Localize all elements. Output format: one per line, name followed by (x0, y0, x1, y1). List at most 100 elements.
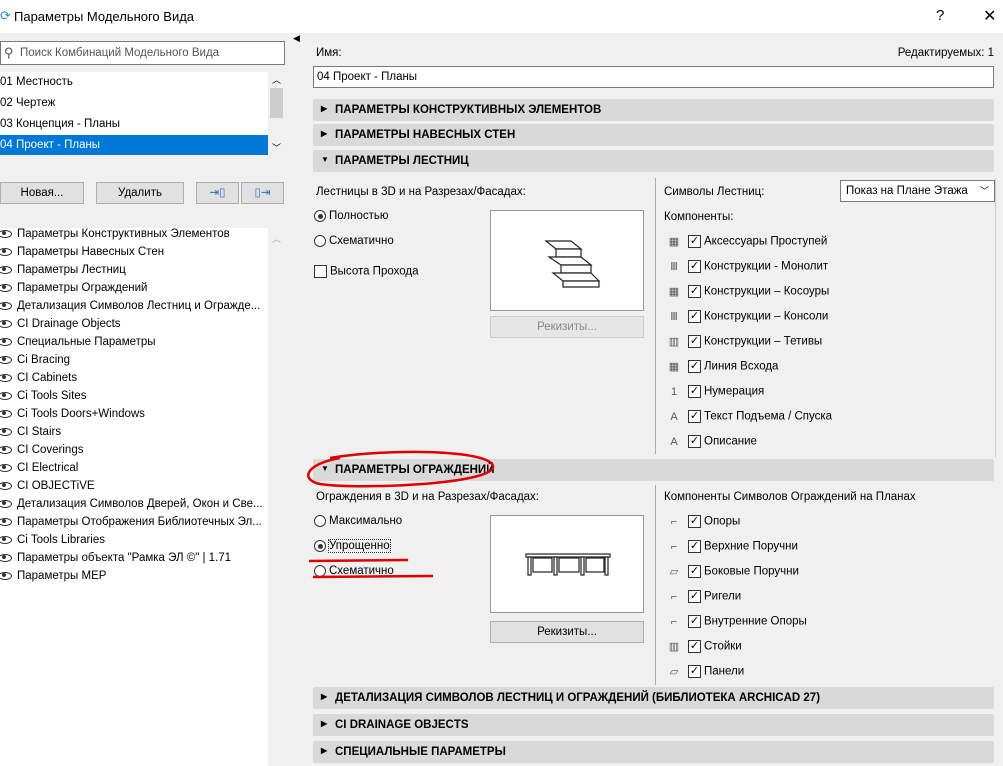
checkbox-checked[interactable]: ✓ (688, 310, 701, 323)
eye-icon[interactable] (0, 247, 12, 256)
export-icon[interactable]: ▯⇥ (241, 182, 284, 204)
railing-component-checkbox[interactable]: ▱ ✓ Боковые Поручни (664, 565, 799, 585)
section-header[interactable]: ▶ ПАРАМЕТРЫ НАВЕСНЫХ СТЕН (313, 124, 994, 146)
railing-component-checkbox[interactable]: ⌐ ✓ Внутренние Опоры (664, 615, 807, 635)
stair-component-checkbox[interactable]: ▦ ✓ Линия Всхода (664, 360, 778, 380)
railing-component-checkbox[interactable]: ⌐ ✓ Верхние Поручни (664, 540, 798, 560)
settings-list-item[interactable]: Параметры Конструктивных Элементов (0, 228, 230, 246)
settings-list-item[interactable]: Параметры Лестниц (0, 264, 126, 282)
radio-schematic[interactable]: Схематично (314, 235, 394, 247)
settings-list-item[interactable]: Параметры Отображения Библиотечных Эл... (0, 516, 262, 534)
eye-icon[interactable] (0, 535, 12, 544)
settings-list-item[interactable]: CI Cabinets (0, 372, 77, 390)
section-header[interactable]: ▶ ДЕТАЛИЗАЦИЯ СИМВОЛОВ ЛЕСТНИЦ И ОГРАЖДЕН… (313, 687, 994, 709)
eye-icon[interactable] (0, 445, 12, 454)
eye-icon[interactable] (0, 337, 12, 346)
stair-component-checkbox[interactable]: Ⅲ ✓ Конструкции – Консоли (664, 310, 828, 330)
radio-simplified[interactable]: Упрощенно (314, 539, 391, 554)
section-header[interactable]: ▶ СПЕЦИАЛЬНЫЕ ПАРАМЕТРЫ (313, 741, 994, 763)
stairs-props-button[interactable]: Рекизиты... (490, 316, 644, 338)
eye-icon[interactable] (0, 427, 12, 436)
eye-icon[interactable] (0, 265, 12, 274)
eye-icon[interactable] (0, 553, 12, 562)
stair-component-checkbox[interactable]: ▦ ✓ Аксессуары Проступей (664, 235, 827, 255)
checkbox-checked[interactable]: ✓ (688, 665, 701, 678)
section-header[interactable]: ▶ ПАРАМЕТРЫ КОНСТРУКТИВНЫХ ЭЛЕМЕНТОВ (313, 99, 994, 121)
settings-list-item[interactable]: CI Coverings (0, 444, 83, 462)
checkbox-checked[interactable]: ✓ (688, 360, 701, 373)
eye-icon[interactable] (0, 463, 12, 472)
new-button[interactable]: Новая... (0, 182, 84, 204)
settings-list-item[interactable]: Ci Tools Doors+Windows (0, 408, 145, 426)
railing-component-checkbox[interactable]: ⌐ ✓ Ригели (664, 590, 741, 610)
section-header[interactable]: ▼ ПАРАМЕТРЫ ЛЕСТНИЦ (313, 150, 994, 172)
view-list-item[interactable]: 04 Проект - Планы (0, 135, 268, 155)
checkbox-checked[interactable]: ✓ (688, 565, 701, 578)
collapse-panel-icon[interactable]: ◀ (293, 33, 300, 44)
eye-icon[interactable] (0, 391, 12, 400)
settings-list-item[interactable]: CI Electrical (0, 462, 78, 480)
eye-icon[interactable] (0, 571, 12, 580)
settings-list-item[interactable]: CI Stairs (0, 426, 61, 444)
checkbox-checked[interactable]: ✓ (688, 235, 701, 248)
checkbox-checked[interactable]: ✓ (688, 335, 701, 348)
stair-component-checkbox[interactable]: A ✓ Описание (664, 435, 757, 455)
settings-list-item[interactable]: CI OBJECTiVE (0, 480, 95, 498)
name-field[interactable]: 04 Проект - Планы (313, 66, 994, 88)
checkbox-checked[interactable]: ✓ (688, 540, 701, 553)
delete-button[interactable]: Удалить (96, 182, 184, 204)
settings-list-item[interactable]: Ci Tools Libraries (0, 534, 105, 552)
railing-component-checkbox[interactable]: ▱ ✓ Панели (664, 665, 744, 685)
checkbox-checked[interactable]: ✓ (688, 640, 701, 653)
view-list-item[interactable]: 02 Чертеж (0, 93, 268, 114)
view-list-item[interactable]: 01 Местность (0, 72, 268, 93)
eye-icon[interactable] (0, 229, 12, 238)
eye-icon[interactable] (0, 283, 12, 292)
checkbox-checked[interactable]: ✓ (688, 410, 701, 423)
eye-icon[interactable] (0, 517, 12, 526)
search-input[interactable]: ⚲ Поиск Комбинаций Модельного Вида (0, 41, 285, 65)
checkbox-checked[interactable]: ✓ (688, 615, 701, 628)
checkbox-checked[interactable]: ✓ (688, 285, 701, 298)
headroom-checkbox[interactable]: Высота Прохода (314, 265, 419, 278)
railing-component-checkbox[interactable]: ⌐ ✓ Опоры (664, 515, 740, 535)
settings-list-item[interactable]: Параметры Ограждений (0, 282, 147, 300)
radio-maximum[interactable]: Максимально (314, 515, 402, 527)
eye-icon[interactable] (0, 481, 12, 490)
eye-icon[interactable] (0, 409, 12, 418)
settings-list-item[interactable]: Параметры MEP (0, 570, 106, 588)
settings-list-item[interactable]: CI Drainage Objects (0, 318, 121, 336)
railing-component-checkbox[interactable]: ▥ ✓ Стойки (664, 640, 742, 660)
checkbox-checked[interactable]: ✓ (688, 435, 701, 448)
settings-list-item[interactable]: Детализация Символов Дверей, Окон и Све.… (0, 498, 263, 516)
checkbox-checked[interactable]: ✓ (688, 385, 701, 398)
help-button[interactable]: ? (936, 7, 944, 24)
railings-props-button[interactable]: Рекизиты... (490, 621, 644, 643)
scrollbar[interactable]: ︿ ﹀ (268, 72, 285, 155)
stair-component-checkbox[interactable]: Ⅲ ✓ Конструкции - Монолит (664, 260, 828, 280)
stair-symbols-dropdown[interactable]: Показ на Плане Этажа ﹀ (840, 180, 995, 202)
stair-component-checkbox[interactable]: ▦ ✓ Конструкции – Косоуры (664, 285, 829, 305)
settings-list-item[interactable]: Детализация Символов Лестниц и Огражде..… (0, 300, 260, 318)
settings-list-item[interactable]: Ci Bracing (0, 354, 70, 372)
eye-icon[interactable] (0, 319, 12, 328)
radio-full[interactable]: Полностью (314, 210, 389, 222)
settings-list-item[interactable]: Ci Tools Sites (0, 390, 86, 408)
settings-list-item[interactable]: Параметры Навесных Стен (0, 246, 164, 264)
view-list-item[interactable]: 03 Концепция - Планы (0, 114, 268, 135)
eye-icon[interactable] (0, 355, 12, 364)
eye-icon[interactable] (0, 373, 12, 382)
checkbox-checked[interactable]: ✓ (688, 590, 701, 603)
close-button[interactable]: ✕ (983, 6, 996, 26)
checkbox-checked[interactable]: ✓ (688, 260, 701, 273)
checkbox-checked[interactable]: ✓ (688, 515, 701, 528)
import-icon[interactable]: ⇥▯ (196, 182, 239, 204)
section-header[interactable]: ▶ CI DRAINAGE OBJECTS (313, 714, 994, 736)
stair-component-checkbox[interactable]: ▥ ✓ Конструкции – Тетивы (664, 335, 822, 355)
scrollbar[interactable]: ︿ (268, 228, 285, 766)
settings-list-item[interactable]: Специальные Параметры (0, 336, 156, 354)
stair-component-checkbox[interactable]: 1 ✓ Нумерация (664, 385, 764, 405)
eye-icon[interactable] (0, 499, 12, 508)
stair-component-checkbox[interactable]: A ✓ Текст Подъема / Спуска (664, 410, 832, 430)
settings-list-item[interactable]: Параметры объекта "Рамка ЭЛ ©" | 1.71 (0, 552, 231, 570)
